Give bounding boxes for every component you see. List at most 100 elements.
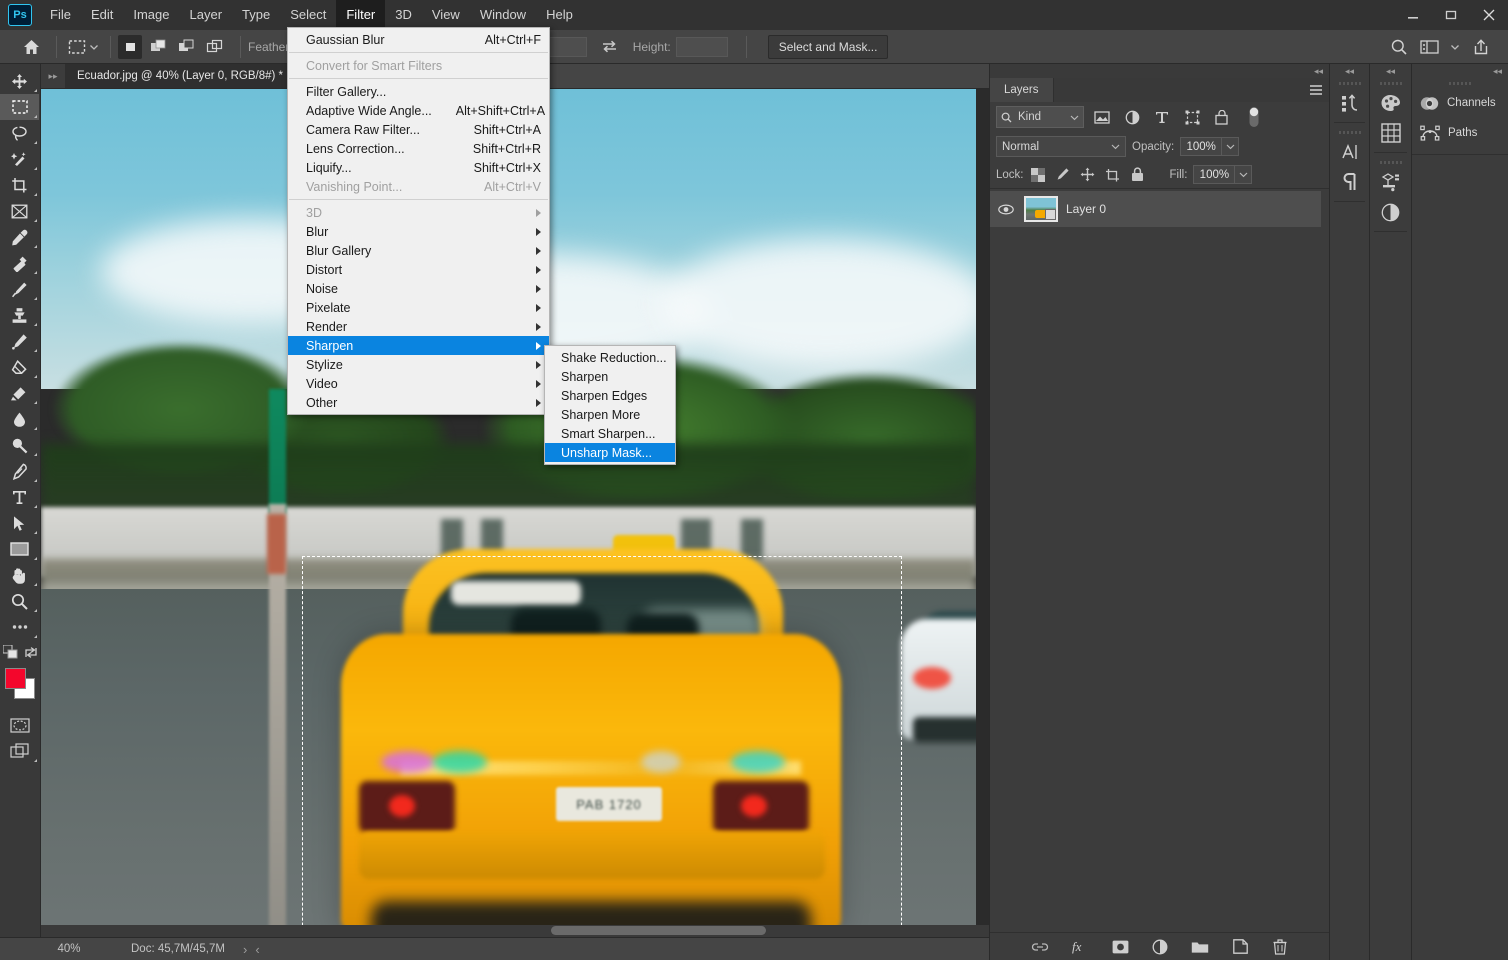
- filter-menu-item-filter-gallery[interactable]: Filter Gallery...: [288, 82, 549, 101]
- hand-tool[interactable]: [0, 562, 39, 588]
- sharpen-submenu[interactable]: Shake Reduction...SharpenSharpen EdgesSh…: [544, 345, 676, 465]
- rectangle-tool[interactable]: [0, 536, 39, 562]
- shape-layers-filter-icon[interactable]: [1180, 106, 1204, 128]
- filter-menu-item-camera-raw-filter[interactable]: Camera Raw Filter...Shift+Ctrl+A: [288, 120, 549, 139]
- sharpen-menu-item-sharpen[interactable]: Sharpen: [545, 367, 675, 386]
- menu-help[interactable]: Help: [536, 0, 583, 30]
- menu-3d[interactable]: 3D: [385, 0, 422, 30]
- filter-menu-item-pixelate[interactable]: Pixelate: [288, 298, 549, 317]
- link-layers-icon[interactable]: [1031, 938, 1049, 956]
- lock-artboard-icon[interactable]: [1105, 167, 1121, 183]
- tab-layers[interactable]: Layers: [990, 78, 1054, 102]
- lock-all-icon[interactable]: [1130, 167, 1146, 183]
- tool-preset-picker[interactable]: [64, 39, 103, 55]
- layer-row-layer-0[interactable]: Layer 0: [990, 191, 1321, 227]
- history-icon[interactable]: [1330, 88, 1369, 118]
- blur-tool[interactable]: [0, 406, 39, 432]
- adjustment-layers-filter-icon[interactable]: [1120, 106, 1144, 128]
- layer-name[interactable]: Layer 0: [1066, 202, 1106, 216]
- chevron-down-icon[interactable]: [1446, 34, 1464, 60]
- dock-collapse-arrows[interactable]: ◂◂: [1370, 64, 1411, 78]
- frame-tool[interactable]: [0, 198, 39, 224]
- dodge-tool[interactable]: [0, 432, 39, 458]
- new-adjustment-layer-icon[interactable]: [1151, 938, 1169, 956]
- close-icon[interactable]: [1470, 0, 1508, 30]
- filter-menu-item-blur-gallery[interactable]: Blur Gallery: [288, 241, 549, 260]
- dock-item-channels[interactable]: Channels: [1412, 88, 1508, 118]
- document-tab-ecuador[interactable]: Ecuador.jpg @ 40% (Layer 0, RGB/8#) * ×: [65, 64, 307, 88]
- layer-thumbnail[interactable]: [1024, 196, 1058, 222]
- libraries-icon[interactable]: [1370, 167, 1411, 197]
- menu-window[interactable]: Window: [470, 0, 536, 30]
- new-layer-icon[interactable]: [1231, 938, 1249, 956]
- sharpen-menu-item-sharpen-edges[interactable]: Sharpen Edges: [545, 386, 675, 405]
- delete-layer-icon[interactable]: [1271, 938, 1289, 956]
- filter-menu-dropdown[interactable]: Gaussian BlurAlt+Ctrl+FConvert for Smart…: [287, 27, 550, 415]
- filter-menu-item-blur[interactable]: Blur: [288, 222, 549, 241]
- status-next-arrow-icon[interactable]: ›: [243, 942, 247, 957]
- workspace-icon[interactable]: [1416, 34, 1442, 60]
- filter-menu-item-liquify[interactable]: Liquify...Shift+Ctrl+X: [288, 158, 549, 177]
- type-tool[interactable]: [0, 484, 39, 510]
- menu-filter[interactable]: Filter: [336, 0, 385, 30]
- scrollbar-thumb[interactable]: [551, 926, 766, 935]
- menu-edit[interactable]: Edit: [81, 0, 123, 30]
- share-icon[interactable]: [1468, 34, 1494, 60]
- menu-select[interactable]: Select: [280, 0, 336, 30]
- search-icon[interactable]: [1386, 34, 1412, 60]
- home-icon[interactable]: [18, 34, 44, 60]
- lock-transparent-pixels-icon[interactable]: [1030, 167, 1046, 183]
- pixel-layers-filter-icon[interactable]: [1090, 106, 1114, 128]
- spot-healing-brush-tool[interactable]: [0, 250, 39, 276]
- foreground-color-swatch[interactable]: [5, 668, 26, 689]
- gradient-tool[interactable]: [0, 380, 39, 406]
- dock-collapse-arrows[interactable]: ◂◂: [1412, 64, 1508, 78]
- menu-type[interactable]: Type: [232, 0, 280, 30]
- swatches-grid-icon[interactable]: [1370, 118, 1411, 148]
- subtract-from-selection-button[interactable]: [174, 35, 198, 59]
- adjustments-icon[interactable]: [1370, 197, 1411, 227]
- brush-tool[interactable]: [0, 276, 39, 302]
- crop-tool[interactable]: [0, 172, 39, 198]
- quick-selection-tool[interactable]: [0, 146, 39, 172]
- quick-mask-icon[interactable]: [0, 712, 39, 738]
- pen-tool[interactable]: [0, 458, 39, 484]
- clone-stamp-tool[interactable]: [0, 302, 39, 328]
- sharpen-menu-item-sharpen-more[interactable]: Sharpen More: [545, 405, 675, 424]
- menu-file[interactable]: File: [40, 0, 81, 30]
- filter-menu-item-sharpen[interactable]: Sharpen: [288, 336, 549, 355]
- add-layer-mask-icon[interactable]: [1111, 938, 1129, 956]
- filter-menu-item-stylize[interactable]: Stylize: [288, 355, 549, 374]
- filter-menu-item-noise[interactable]: Noise: [288, 279, 549, 298]
- filter-menu-item-lens-correction[interactable]: Lens Correction...Shift+Ctrl+R: [288, 139, 549, 158]
- add-to-selection-button[interactable]: [146, 35, 170, 59]
- opacity-input[interactable]: 100%: [1180, 137, 1222, 156]
- status-prev-arrow-icon[interactable]: ‹: [255, 942, 259, 957]
- sharpen-menu-item-smart-sharpen[interactable]: Smart Sharpen...: [545, 424, 675, 443]
- move-tool[interactable]: [0, 68, 39, 94]
- menu-layer[interactable]: Layer: [180, 0, 233, 30]
- eyedropper-tool[interactable]: [0, 224, 39, 250]
- character-icon[interactable]: [1330, 137, 1369, 167]
- default-colors-icon[interactable]: [3, 645, 19, 659]
- zoom-level[interactable]: 40%: [41, 943, 97, 955]
- tab-bar-collapse-arrows[interactable]: ▸▸: [41, 64, 65, 88]
- filter-menu-item-distort[interactable]: Distort: [288, 260, 549, 279]
- fill-chevron-down-icon[interactable]: [1235, 165, 1252, 184]
- layer-style-fx-icon[interactable]: fx: [1071, 938, 1089, 956]
- path-selection-tool[interactable]: [0, 510, 39, 536]
- eraser-tool[interactable]: [0, 354, 39, 380]
- edit-toolbar-tool[interactable]: [0, 614, 39, 640]
- dock-item-paths[interactable]: Paths: [1412, 118, 1508, 148]
- lasso-tool[interactable]: [0, 120, 39, 146]
- lock-image-pixels-icon[interactable]: [1055, 167, 1071, 183]
- sharpen-menu-item-shake-reduction[interactable]: Shake Reduction...: [545, 348, 675, 367]
- paragraph-icon[interactable]: [1330, 167, 1369, 197]
- minimize-icon[interactable]: [1394, 0, 1432, 30]
- opacity-chevron-down-icon[interactable]: [1222, 137, 1239, 156]
- swap-dimensions-icon[interactable]: [597, 34, 623, 60]
- zoom-tool[interactable]: [0, 588, 39, 614]
- height-input[interactable]: [676, 37, 728, 57]
- filter-toggle-switch[interactable]: [1242, 106, 1266, 128]
- panel-menu-icon[interactable]: [1303, 78, 1329, 102]
